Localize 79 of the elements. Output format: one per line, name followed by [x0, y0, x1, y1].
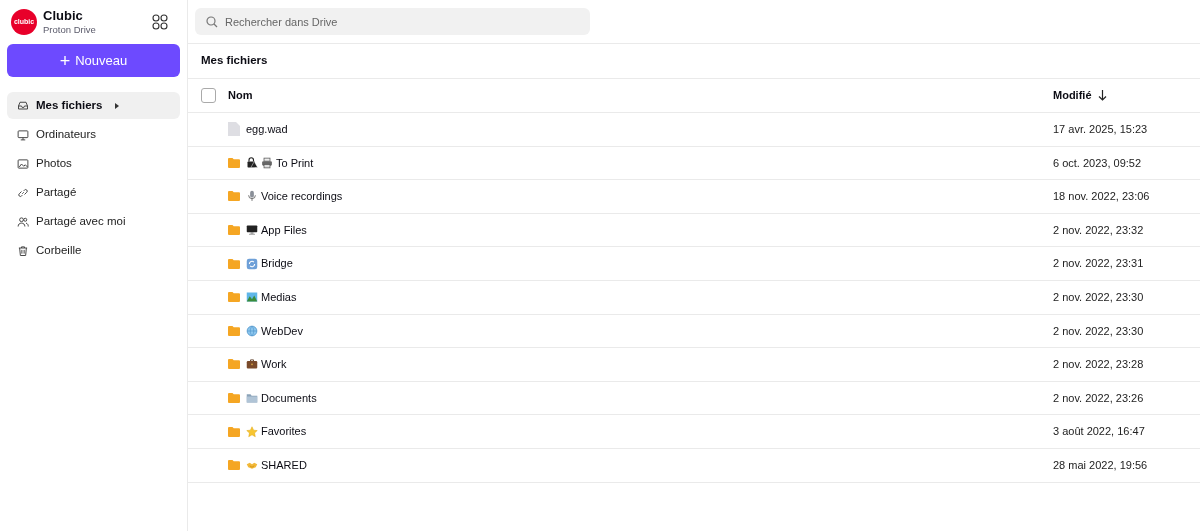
folder-icon [228, 292, 240, 303]
sidebar-item[interactable]: Corbeille [7, 237, 180, 264]
column-header[interactable]: Nom [228, 87, 253, 104]
modified-date: 18 nov. 2022, 23:06 [1053, 189, 1151, 205]
modified-date: 3 août 2022, 16:47 [1053, 424, 1146, 440]
file-row[interactable]: Favorites 3 août 2022, 16:47 [188, 415, 1200, 449]
modified-date: 2 nov. 2022, 23:30 [1053, 290, 1145, 305]
folder-icon [228, 325, 240, 336]
folder-icon [246, 392, 258, 405]
printer-icon [261, 156, 273, 169]
file-row[interactable]: Documents 2 nov. 2022, 23:26 [188, 381, 1200, 416]
sidebar-item[interactable]: Photos [7, 150, 180, 177]
brand-name: Clubic [43, 7, 84, 25]
file-name: SHARED [261, 458, 307, 473]
folder-icon [228, 258, 240, 269]
modified-date: 2 nov. 2022, 23:31 [1053, 256, 1145, 272]
inbox-icon [17, 99, 29, 112]
microphone-icon [246, 190, 258, 203]
sidebar-item[interactable]: Partagé [7, 179, 180, 206]
column-header[interactable]: Modifié [1053, 87, 1092, 104]
folder-icon [228, 157, 240, 168]
file-row[interactable]: Voice recordings 18 nov. 2022, 23:06 [188, 180, 1200, 214]
modified-date: 2 nov. 2022, 23:28 [1053, 357, 1145, 373]
file-row[interactable]: Bridge 2 nov. 2022, 23:31 [188, 247, 1200, 281]
sync-icon [246, 257, 258, 270]
file-name: WebDev [261, 323, 303, 339]
star-icon [246, 425, 258, 438]
modified-date: 17 avr. 2025, 15:23 [1053, 122, 1149, 138]
product-name: Proton Drive [43, 24, 96, 37]
folder-icon [228, 359, 240, 370]
file-row[interactable]: To Print 6 oct. 2023, 09:52 [188, 146, 1200, 181]
modified-date: 28 mai 2022, 19:56 [1053, 458, 1149, 473]
file-name: Work [261, 357, 287, 373]
sort-down-icon [1097, 90, 1107, 101]
folder-icon [228, 191, 240, 202]
sidebar-item[interactable]: Partagé avec moi [7, 208, 180, 235]
file-name: App Files [261, 222, 307, 238]
folder-icon [228, 393, 240, 404]
file-name: Documents [261, 390, 317, 406]
modified-date: 2 nov. 2022, 23:30 [1053, 323, 1145, 339]
briefcase-icon [246, 358, 258, 371]
search-field[interactable]: Rechercher dans Drive [195, 8, 590, 35]
select-all-checkbox[interactable] [201, 88, 216, 103]
new-button[interactable]: + Nouveau [7, 44, 180, 77]
lock-warning-icon [246, 156, 258, 169]
people-icon [17, 215, 29, 228]
sidebar-item[interactable]: Ordinateurs [7, 121, 180, 148]
trash-icon [17, 244, 29, 257]
sidebar-item[interactable]: Mes fichiers [7, 92, 180, 119]
monitor-icon [246, 224, 258, 237]
breadcrumb[interactable]: Mes fichiers [201, 52, 268, 70]
image-icon [17, 157, 29, 170]
folder-icon [228, 426, 240, 437]
search-icon [206, 16, 218, 28]
caret-icon [115, 102, 120, 109]
file-name: Voice recordings [261, 189, 343, 205]
globe-icon [246, 324, 258, 337]
plus-icon: + [59, 51, 71, 70]
file-row[interactable]: egg.wad 17 avr. 2025, 15:23 [188, 113, 1200, 147]
folder-icon [228, 460, 240, 471]
file-row[interactable]: App Files 2 nov. 2022, 23:32 [188, 213, 1200, 248]
file-row[interactable]: WebDev 2 nov. 2022, 23:30 [188, 314, 1200, 349]
file-name: Bridge [261, 256, 293, 272]
file-name: egg.wad [246, 122, 288, 138]
file-name: Medias [261, 290, 297, 305]
file-name: To Print [276, 155, 314, 171]
file-row[interactable]: Work 2 nov. 2022, 23:28 [188, 348, 1200, 382]
file-row[interactable]: SHARED 28 mai 2022, 19:56 [188, 448, 1200, 483]
file-name: Favorites [261, 424, 307, 440]
monitor-icon [17, 128, 29, 141]
file-row[interactable]: Medias 2 nov. 2022, 23:30 [188, 280, 1200, 315]
file-icon [228, 122, 240, 137]
modified-date: 2 nov. 2022, 23:32 [1053, 222, 1145, 238]
modified-date: 6 oct. 2023, 09:52 [1053, 155, 1143, 171]
folder-icon [228, 225, 240, 236]
modified-date: 2 nov. 2022, 23:26 [1053, 390, 1145, 406]
landscape-icon [246, 291, 258, 304]
apps-icon[interactable] [152, 14, 168, 30]
link-icon [17, 186, 29, 199]
